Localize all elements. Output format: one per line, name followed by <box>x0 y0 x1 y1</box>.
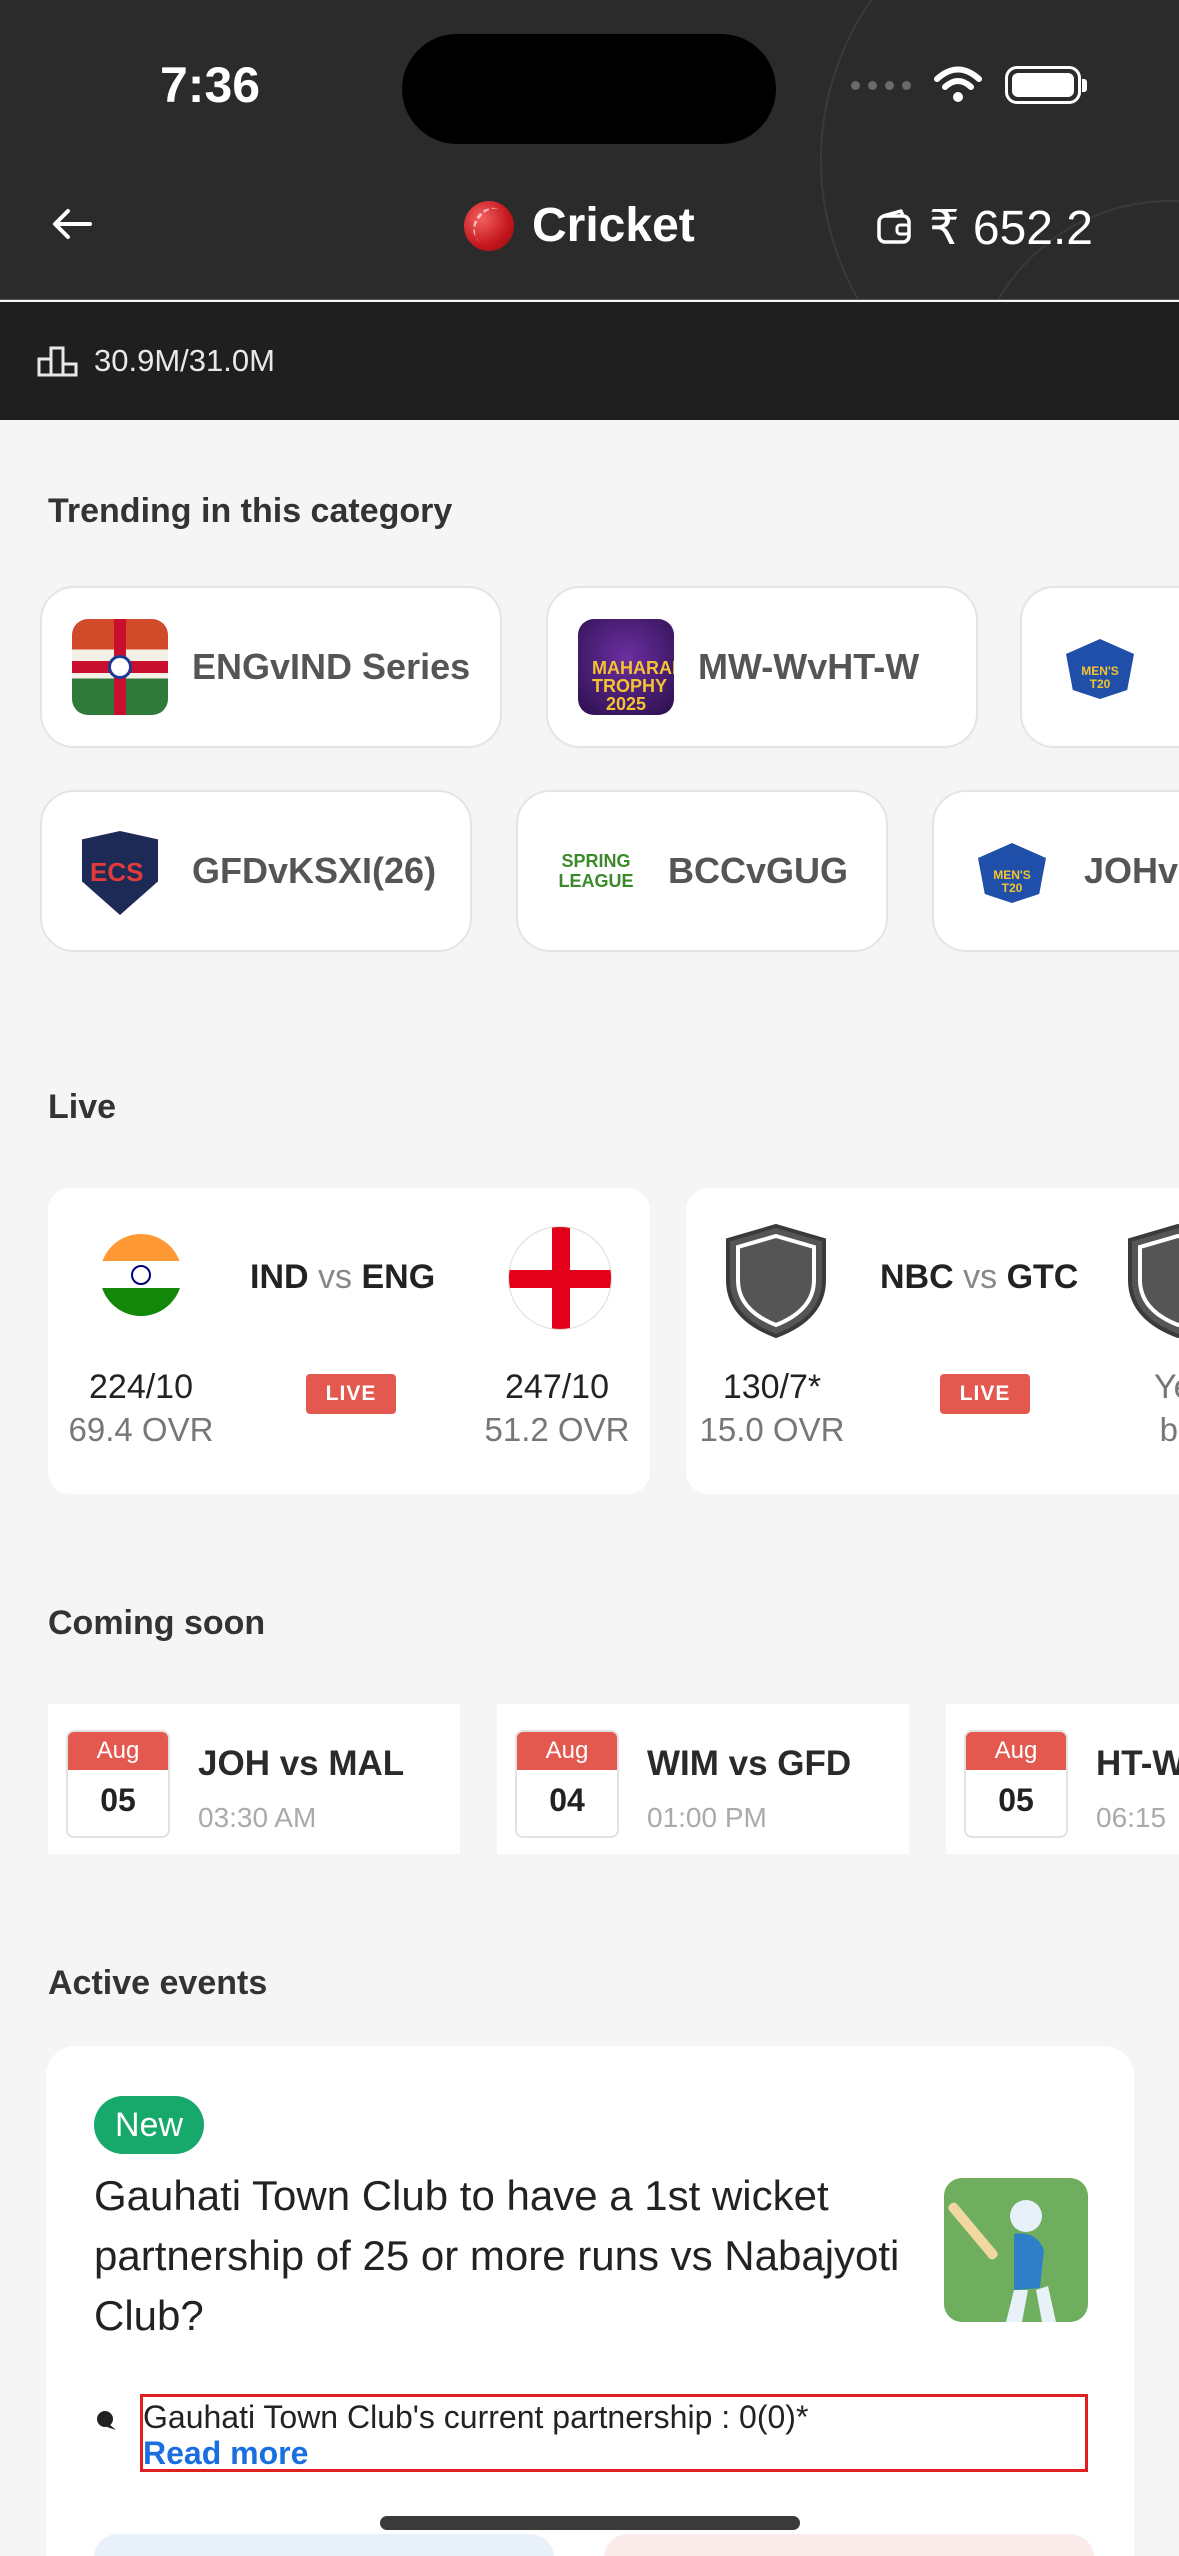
upcoming-match-card[interactable]: Aug 04 WIM vs GFD 01:00 PM <box>497 1704 909 1854</box>
active-events-title: Active events <box>48 1964 268 2002</box>
vs-label: vs <box>318 1258 353 1296</box>
team-shield-icon <box>726 1223 826 1339</box>
live-match-card[interactable]: NBC vs GTC 130/7* 15.0 OVR LIVE Yet ba <box>686 1188 1179 1494</box>
arrow-left-icon <box>53 209 92 239</box>
wallet-balance[interactable]: ₹ 652.2 <box>875 200 1093 256</box>
team-shield-icon <box>1128 1223 1179 1339</box>
team1-name: IND <box>250 1258 309 1296</box>
wallet-amount: ₹ 652.2 <box>929 202 1093 255</box>
wifi-icon <box>934 66 982 102</box>
date-day: 05 <box>998 1782 1034 1818</box>
new-badge: New <box>94 2096 204 2154</box>
trending-chip[interactable]: MEN'S T20 JOHv <box>932 790 1179 952</box>
date-badge: Aug 05 <box>964 1730 1068 1838</box>
coming-soon-title: Coming soon <box>48 1604 266 1642</box>
status-time: 7:36 <box>160 57 261 113</box>
back-button[interactable] <box>48 200 96 248</box>
chat-bubble-icon <box>97 2411 116 2430</box>
score-value: Yet <box>1154 1368 1179 1406</box>
date-month: Aug <box>517 1732 617 1770</box>
battery-icon <box>1005 66 1087 104</box>
cricket-ball-icon <box>464 200 514 251</box>
overs-value: 69.4 OVR <box>68 1410 214 1448</box>
score-value: 130/7* <box>722 1368 822 1406</box>
date-badge: Aug 05 <box>66 1730 170 1838</box>
trending-chip[interactable]: ECS GFDvKSXI(26) <box>40 790 472 952</box>
read-more-link[interactable]: Read more <box>143 2435 1085 2471</box>
live-match-card[interactable]: IND vs ENG 224/10 69.4 OVR LIVE 247/10 5… <box>48 1188 650 1494</box>
match-time: 03:30 AM <box>198 1802 317 1833</box>
signal-icon <box>851 80 911 90</box>
partnership-info: Gauhati Town Club's current partnership … <box>143 2399 809 2435</box>
date-month: Aug <box>68 1732 168 1770</box>
event-info-box: Gauhati Town Club's current partnership … <box>140 2394 1088 2472</box>
volume-chart-icon <box>37 346 78 377</box>
trending-chip[interactable]: MAHARANITROPHY2025 MW-WvHT-W <box>546 586 978 748</box>
upcoming-match-card[interactable]: Aug 05 JOH vs MAL 03:30 AM <box>48 1704 460 1854</box>
vs-label: vs <box>963 1258 998 1296</box>
event-card[interactable]: New Gauhati Town Club to have a 1st wick… <box>46 2046 1134 2556</box>
match-teams: IND vs ENG <box>250 1258 435 1297</box>
ecs-england-logo: ECS <box>72 823 168 919</box>
match-time: 01:00 PM <box>647 1802 767 1833</box>
team1-score: 224/10 69.4 OVR <box>48 1366 234 1450</box>
event-question[interactable]: Gauhati Town Club to have a 1st wicket p… <box>94 2166 914 2346</box>
match-name: JOH vs MAL <box>198 1744 405 1783</box>
overs-value: 15.0 OVR <box>699 1410 845 1448</box>
score-value: 224/10 <box>89 1368 193 1406</box>
yes-button[interactable] <box>94 2534 554 2556</box>
live-badge: LIVE <box>940 1374 1030 1414</box>
match-teams: NBC vs GTC <box>880 1258 1078 1297</box>
home-indicator <box>380 2516 800 2530</box>
overs-value: ba <box>1159 1410 1179 1448</box>
trending-chip-label: BCCvGUG <box>668 850 849 891</box>
live-badge: LIVE <box>306 1374 396 1414</box>
eng-ind-flag-icon <box>72 619 168 715</box>
no-button[interactable] <box>604 2534 1094 2556</box>
match-name: WIM vs GFD <box>647 1744 852 1783</box>
date-day: 05 <box>100 1782 136 1818</box>
volume-bar: 30.9M/31.0M <box>0 302 1179 420</box>
page-title-group: Cricket <box>464 198 695 253</box>
team1-name: NBC <box>880 1258 954 1296</box>
team1-score: 130/7* 15.0 OVR <box>686 1366 858 1450</box>
team2-name: ENG <box>361 1258 436 1296</box>
team2-score: 247/10 51.2 OVR <box>472 1366 642 1450</box>
match-name: HT-W <box>1096 1744 1179 1783</box>
guwahati-spring-league-logo: SPRING LEAGUE <box>548 823 644 919</box>
trending-chip-label: GFDvKSXI(26) <box>192 850 437 891</box>
date-day: 04 <box>549 1782 585 1818</box>
dynamic-island <box>402 34 776 144</box>
batsman-icon <box>948 2200 1056 2322</box>
england-flag-icon <box>508 1226 612 1330</box>
live-title: Live <box>48 1088 117 1126</box>
india-flag-icon <box>100 1234 182 1316</box>
date-badge: Aug 04 <box>515 1730 619 1838</box>
overs-value: 51.2 OVR <box>484 1410 630 1448</box>
wallet-icon <box>877 209 911 244</box>
trending-chip-label: ENGvIND Series <box>192 646 471 687</box>
maharani-trophy-logo: MAHARANITROPHY2025 <box>578 619 674 715</box>
app-header: 7:36 Cricket ₹ 652.2 <box>0 0 1179 300</box>
trending-title: Trending in this category <box>48 492 453 530</box>
divider <box>0 299 1179 300</box>
trending-chip[interactable]: MEN'S T20 <box>1020 586 1179 748</box>
date-month: Aug <box>966 1732 1066 1770</box>
trending-chip-label: JOHv <box>1084 850 1179 891</box>
mca-mens-t20-logo: MEN'S T20 <box>1052 619 1148 715</box>
volume-text: 30.9M/31.0M <box>94 343 275 378</box>
status-icons <box>851 66 1087 104</box>
trending-chip[interactable]: ENGvIND Series <box>40 586 502 748</box>
score-value: 247/10 <box>505 1368 609 1406</box>
mca-mens-t20-logo: MEN'S T20 <box>964 823 1060 919</box>
team2-score: Yet ba <box>1118 1366 1179 1450</box>
upcoming-match-card[interactable]: Aug 05 HT-W 06:15 <box>946 1704 1179 1854</box>
match-time: 06:15 <box>1096 1802 1167 1833</box>
trending-chip[interactable]: SPRING LEAGUE BCCvGUG <box>516 790 888 952</box>
batsman-image <box>944 2178 1088 2322</box>
team2-name: GTC <box>1006 1258 1079 1296</box>
page-title: Cricket <box>532 199 695 252</box>
trending-chip-label: MW-WvHT-W <box>698 646 920 687</box>
